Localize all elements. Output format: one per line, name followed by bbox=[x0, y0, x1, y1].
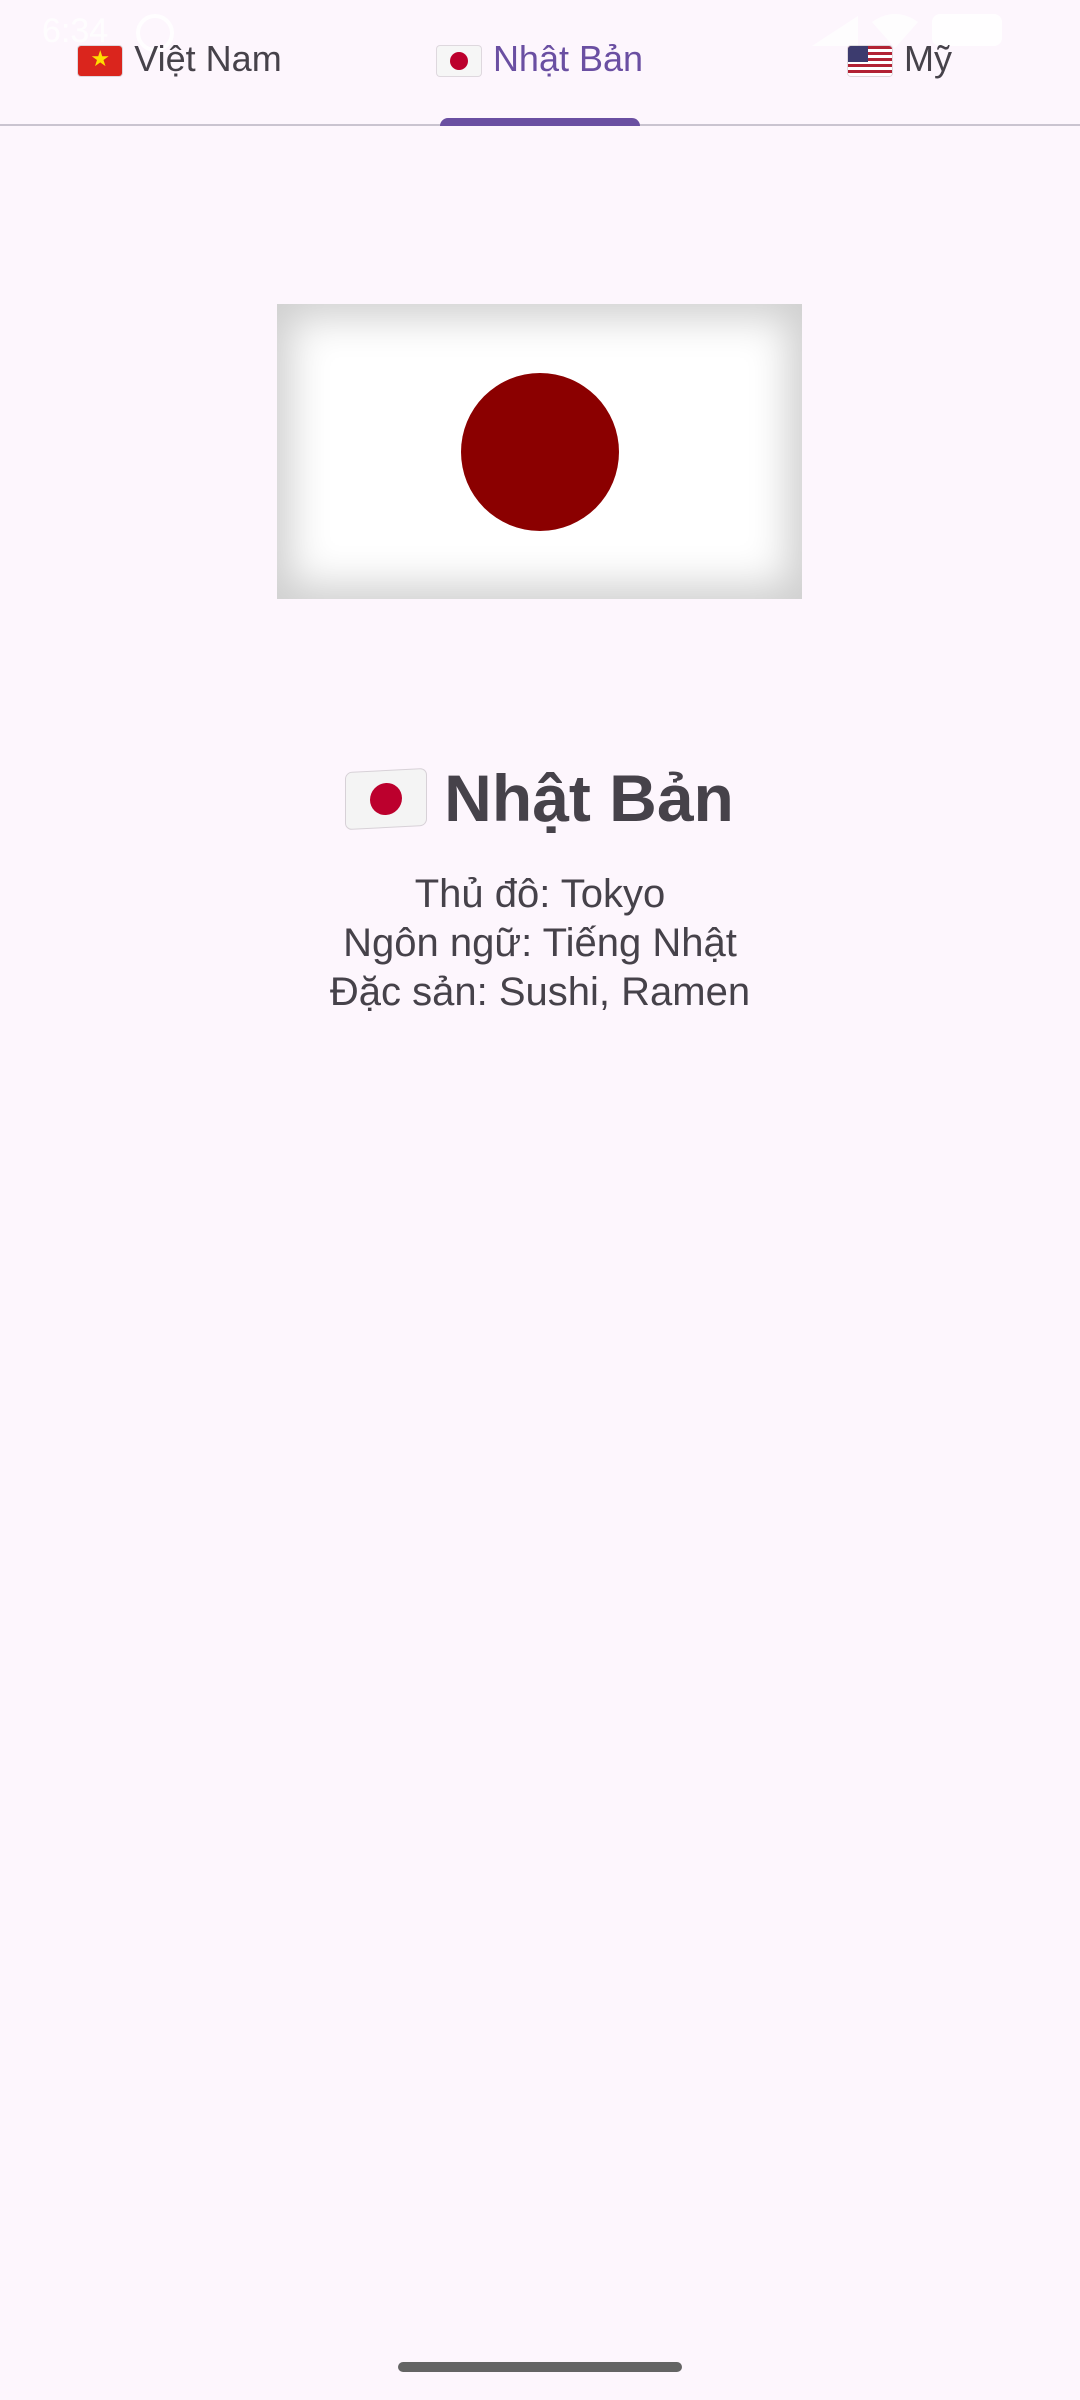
japan-flag-image bbox=[277, 304, 802, 599]
tab-my[interactable]: Mỹ bbox=[720, 0, 1080, 124]
tab-nhat-ban[interactable]: Nhật Bản bbox=[360, 0, 720, 126]
country-tab-bar: Việt Nam Nhật Bản Mỹ bbox=[0, 0, 1080, 126]
country-name: Nhật Bản bbox=[444, 761, 734, 835]
tab-label: Việt Nam bbox=[134, 38, 282, 79]
tab-label: Mỹ bbox=[904, 38, 952, 79]
active-tab-indicator bbox=[440, 118, 640, 126]
tab-viet-nam[interactable]: Việt Nam bbox=[0, 0, 360, 124]
tab-label: Nhật Bản bbox=[492, 38, 644, 79]
japan-flag-icon bbox=[346, 768, 427, 829]
usa-flag-icon bbox=[848, 38, 892, 80]
vietnam-flag-icon bbox=[78, 38, 123, 80]
country-info: Thủ đô: Tokyo Ngôn ngữ: Tiếng Nhật Đặc s… bbox=[0, 870, 1080, 1017]
specialty-text: Đặc sản: Sushi, Ramen bbox=[329, 970, 751, 1014]
country-title: Nhật Bản bbox=[0, 760, 1080, 836]
capital-text: Thủ đô: Tokyo bbox=[414, 872, 666, 916]
flag-red-circle bbox=[460, 372, 619, 531]
japan-flag-icon bbox=[436, 38, 481, 80]
home-gesture-bar[interactable] bbox=[398, 2362, 682, 2372]
language-text: Ngôn ngữ: Tiếng Nhật bbox=[343, 921, 737, 965]
